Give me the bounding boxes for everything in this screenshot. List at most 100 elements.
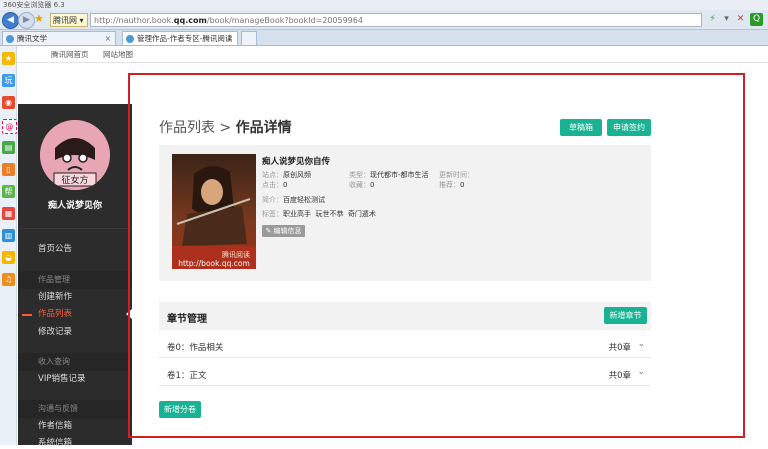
meta-label: 收藏： xyxy=(349,181,370,189)
nav-author-mailbox[interactable]: 作者信箱 xyxy=(38,420,72,432)
nav-works-list[interactable]: 作品列表 xyxy=(38,308,72,320)
tag: 奇门遁术 xyxy=(347,210,376,218)
chevron-down-icon[interactable]: ⌄ xyxy=(637,339,645,349)
edit-info-button[interactable]: ✎ 编辑信息 xyxy=(262,225,305,237)
chapter-management-title: 章节管理 xyxy=(167,314,207,325)
close-x-icon[interactable]: ✕ xyxy=(734,13,747,26)
volume-chapter-count: 共0章 xyxy=(608,371,631,381)
tab-label: 管理作品-作者专区-腾讯阅读 xyxy=(137,34,233,43)
username: 痴人说梦见你 xyxy=(47,201,102,211)
nav-group-income: 收入查询 xyxy=(18,353,132,371)
active-arrow-icon xyxy=(126,309,132,319)
chevron-down-icon[interactable]: ⌄ xyxy=(637,367,645,377)
volume-row[interactable]: 卷1：正文 共0章 ⌄ xyxy=(159,366,651,386)
divider xyxy=(18,228,132,229)
phone-icon[interactable]: ▯ xyxy=(2,163,15,176)
book-title: 痴人说梦见你自传 xyxy=(262,157,331,167)
volume-chapter-count: 共0章 xyxy=(608,343,631,353)
meta-value: 0 xyxy=(283,181,288,189)
meta-site: 站点：原创风频 xyxy=(262,170,311,180)
meta-intro: 简介：百度轻松测试 xyxy=(262,195,325,205)
volume-title: 卷0：作品相关 xyxy=(167,343,224,353)
meta-value: 百度轻松测试 xyxy=(283,196,325,204)
favorite-star-icon[interactable]: ★ xyxy=(34,13,46,25)
tab-bar: 腾讯文学 × 管理作品-作者专区-腾讯阅读 × xyxy=(0,30,768,46)
meta-label: 推荐： xyxy=(439,181,460,189)
link-sitemap[interactable]: 网站地图 xyxy=(103,49,133,60)
book-icon[interactable]: ▥ xyxy=(2,229,15,242)
meta-label: 简介： xyxy=(262,196,283,204)
link-tencent-home[interactable]: 腾讯网首页 xyxy=(51,49,89,60)
chapter-management-header: 章节管理 新增章节 xyxy=(159,302,651,330)
book-info-panel: 腾讯阅读 http://book.qq.com 痴人说梦见你自传 站点：原创风频… xyxy=(159,145,651,281)
avatar: 征女方 xyxy=(40,120,110,190)
lightning-icon[interactable]: ⚡ xyxy=(706,13,719,26)
grid-icon[interactable]: ▦ xyxy=(2,207,15,220)
meta-label: 类型： xyxy=(349,171,370,179)
meta-label: 标签： xyxy=(262,210,283,218)
favicon-icon xyxy=(126,35,134,43)
breadcrumb: 作品列表 > 作品详情 xyxy=(159,117,292,137)
meta-value: 现代都市-都市生活 xyxy=(370,171,429,179)
cover-brand: 腾讯阅读 xyxy=(222,250,250,259)
avatar-text: 征女方 xyxy=(61,174,88,186)
tab-manage-works[interactable]: 管理作品-作者专区-腾讯阅读 × xyxy=(122,31,238,45)
play-icon[interactable]: 玩 xyxy=(2,74,15,87)
volume-row[interactable]: 卷0：作品相关 共0章 ⌄ xyxy=(159,338,651,358)
brand-dropdown[interactable]: 腾讯网 ▾ xyxy=(50,13,88,27)
dropdown-chevron-icon[interactable]: ▾ xyxy=(720,13,733,26)
close-icon[interactable]: × xyxy=(105,32,111,46)
back-icon[interactable]: ◀ xyxy=(2,12,19,29)
new-tab-button[interactable] xyxy=(241,31,257,45)
weibo-icon[interactable]: ◉ xyxy=(2,96,15,109)
nav-homepage-notice[interactable]: 首页公告 xyxy=(38,243,72,255)
meta-label: 点击： xyxy=(262,181,283,189)
app-icon[interactable]: ▤ xyxy=(2,141,15,154)
meta-clicks: 点击：0 xyxy=(262,180,287,190)
draft-box-button[interactable]: 草稿箱 xyxy=(560,119,602,136)
meta-label: 更新时间： xyxy=(439,171,474,179)
breadcrumb-parent[interactable]: 作品列表 > xyxy=(159,120,236,136)
meta-tags: 标签：职业高手 玩世不恭 奇门遁术 xyxy=(262,209,376,219)
meta-value: 0 xyxy=(460,181,465,189)
nav-group-feedback: 沟通与反馈 xyxy=(18,400,132,418)
active-indicator xyxy=(22,314,32,316)
tab-label: 腾讯文学 xyxy=(17,34,47,43)
site-top-nav: 腾讯网首页 网站地图 xyxy=(17,46,768,63)
tab-tencent-literature[interactable]: 腾讯文学 × xyxy=(2,31,116,45)
browser-title-bar: 360安全浏览器 6.3 xyxy=(0,0,768,10)
tag: 职业高手 xyxy=(283,210,311,218)
meta-recommends: 推荐：0 xyxy=(439,180,464,190)
screenshot-icon[interactable]: @ xyxy=(2,119,17,134)
url-domain: qq.com xyxy=(173,16,207,25)
favicon-icon xyxy=(6,35,14,43)
add-volume-button[interactable]: 新增分卷 xyxy=(159,401,201,418)
star-icon[interactable]: ★ xyxy=(2,52,15,65)
nav-edit-history[interactable]: 修改记录 xyxy=(38,326,72,338)
meta-value: 原创风频 xyxy=(283,171,311,179)
game-icon[interactable]: ◒ xyxy=(2,251,15,264)
book-cover: 腾讯阅读 http://book.qq.com xyxy=(172,154,256,269)
brand-label: 腾讯网 xyxy=(53,16,77,25)
meta-favorites: 收藏：0 xyxy=(349,180,374,190)
meta-update: 更新时间： xyxy=(439,170,474,180)
add-chapter-button[interactable]: 新增章节 xyxy=(604,307,647,324)
nav-create-new[interactable]: 创建新作 xyxy=(38,291,72,303)
forward-icon[interactable]: ▶ xyxy=(18,12,35,29)
cover-url: http://book.qq.com xyxy=(178,259,250,268)
close-icon[interactable]: × xyxy=(227,32,233,46)
address-bar[interactable]: http://nauthor.book.qq.com/book/manageBo… xyxy=(90,13,702,27)
nav-group-works: 作品管理 xyxy=(18,271,132,289)
url-suffix: /book/manageBook?bookId=20059964 xyxy=(206,16,363,25)
author-sidebar: 征女方 痴人说梦见你 首页公告 作品管理 创建新作 作品列表 修改记录 收入查询… xyxy=(18,104,132,448)
music-icon[interactable]: ♫ xyxy=(2,273,15,286)
url-prefix: http://nauthor.book. xyxy=(94,16,174,25)
browser-sidebar: ★ 玩 ◉ @ ▤ ▯ 帮 ▦ ▥ ◒ ♫ xyxy=(0,46,17,445)
nav-vip-sales[interactable]: VIP销售记录 xyxy=(38,373,85,385)
help-icon[interactable]: 帮 xyxy=(2,185,15,198)
search-engine-icon[interactable]: Q xyxy=(750,13,763,26)
meta-type: 类型：现代都市-都市生活 xyxy=(349,170,429,180)
apply-sign-button[interactable]: 申请签约 xyxy=(607,119,651,136)
nav-system-mailbox[interactable]: 系统信箱 xyxy=(38,437,72,449)
tag: 玩世不恭 xyxy=(315,210,344,218)
